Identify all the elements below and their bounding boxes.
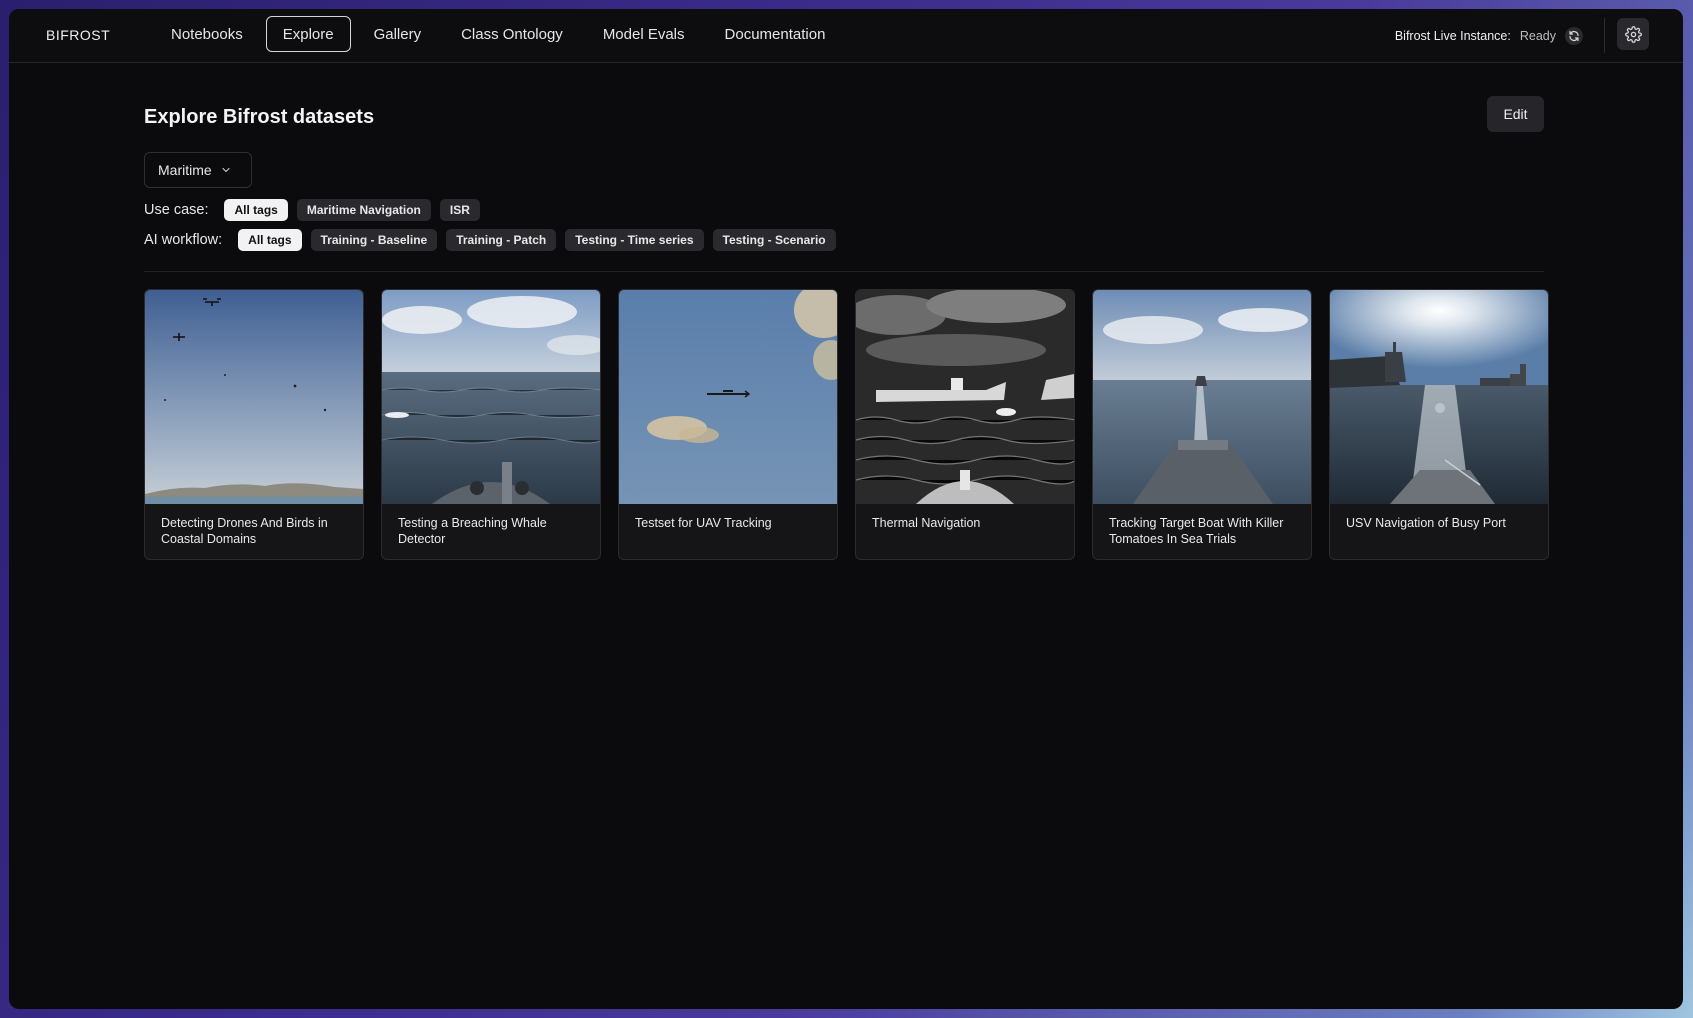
use-case-tag-maritime-navigation[interactable]: Maritime Navigation	[296, 199, 431, 221]
page-title: Explore Bifrost datasets	[144, 106, 375, 128]
dataset-thumbnail	[382, 290, 600, 504]
dataset-card[interactable]: Testset for UAV Tracking	[618, 289, 838, 560]
live-instance-status: Bifrost Live Instance: Ready	[1395, 27, 1583, 45]
nav-gallery[interactable]: Gallery	[357, 16, 439, 52]
dataset-title: Testset for UAV Tracking	[635, 516, 772, 530]
dataset-grid: Detecting Drones And Birds in Coastal Do…	[144, 289, 1549, 560]
domain-select-value: Maritime	[158, 162, 212, 178]
dataset-card[interactable]: Tracking Target Boat With Killer Tomatoe…	[1092, 289, 1312, 560]
brand-logo[interactable]: BIFROST	[46, 27, 110, 43]
chevron-down-icon	[222, 167, 230, 173]
dataset-card[interactable]: Detecting Drones And Birds in Coastal Do…	[144, 289, 364, 560]
refresh-button[interactable]	[1565, 27, 1583, 45]
ai-workflow-filter: AI workflow: All tags Training - Baselin…	[144, 229, 836, 251]
dataset-title: Thermal Navigation	[872, 516, 981, 530]
edit-button[interactable]: Edit	[1487, 96, 1544, 132]
settings-button[interactable]	[1617, 18, 1649, 50]
nav-explore[interactable]: Explore	[265, 16, 351, 52]
dataset-title: Testing a Breaching Whale Detector	[398, 516, 547, 546]
nav-model-evals[interactable]: Model Evals	[586, 16, 702, 52]
dataset-card[interactable]: Thermal Navigation	[855, 289, 1075, 560]
dataset-card[interactable]: Testing a Breaching Whale Detector	[381, 289, 601, 560]
workflow-tag-testing-scenario[interactable]: Testing - Scenario	[712, 229, 836, 251]
use-case-label: Use case:	[144, 202, 209, 218]
use-case-tag-all[interactable]: All tags	[224, 199, 288, 221]
workflow-tag-all[interactable]: All tags	[238, 229, 302, 251]
refresh-icon	[1569, 30, 1579, 42]
ai-workflow-label: AI workflow:	[144, 232, 223, 248]
workflow-tag-training-baseline[interactable]: Training - Baseline	[310, 229, 438, 251]
main-nav: Notebooks Explore Gallery Class Ontology…	[154, 16, 842, 52]
section-divider	[144, 271, 1544, 272]
nav-class-ontology[interactable]: Class Ontology	[444, 16, 580, 52]
dataset-card[interactable]: USV Navigation of Busy Port	[1329, 289, 1549, 560]
dataset-title: Tracking Target Boat With Killer Tomatoe…	[1109, 516, 1284, 546]
dataset-title: Detecting Drones And Birds in Coastal Do…	[161, 516, 328, 546]
dataset-thumbnail	[1330, 290, 1548, 504]
dataset-thumbnail	[619, 290, 837, 504]
dataset-thumbnail	[145, 290, 363, 504]
top-nav-bar: BIFROST Notebooks Explore Gallery Class …	[9, 9, 1683, 63]
status-label: Bifrost Live Instance:	[1394, 29, 1511, 43]
use-case-tag-isr[interactable]: ISR	[439, 199, 480, 221]
dataset-thumbnail	[856, 290, 1074, 504]
gear-icon	[1624, 25, 1642, 43]
nav-notebooks[interactable]: Notebooks	[154, 16, 260, 52]
status-value: Ready	[1519, 29, 1556, 43]
use-case-filter: Use case: All tags Maritime Navigation I…	[144, 199, 480, 221]
workflow-tag-training-patch[interactable]: Training - Patch	[446, 229, 557, 251]
app-window: BIFROST Notebooks Explore Gallery Class …	[9, 9, 1683, 1009]
nav-documentation[interactable]: Documentation	[708, 16, 843, 52]
workflow-tag-testing-time-series[interactable]: Testing - Time series	[565, 229, 704, 251]
dataset-title: USV Navigation of Busy Port	[1346, 516, 1506, 530]
dataset-thumbnail	[1093, 290, 1311, 504]
topbar-divider	[1604, 18, 1605, 53]
domain-select[interactable]: Maritime	[144, 152, 252, 188]
